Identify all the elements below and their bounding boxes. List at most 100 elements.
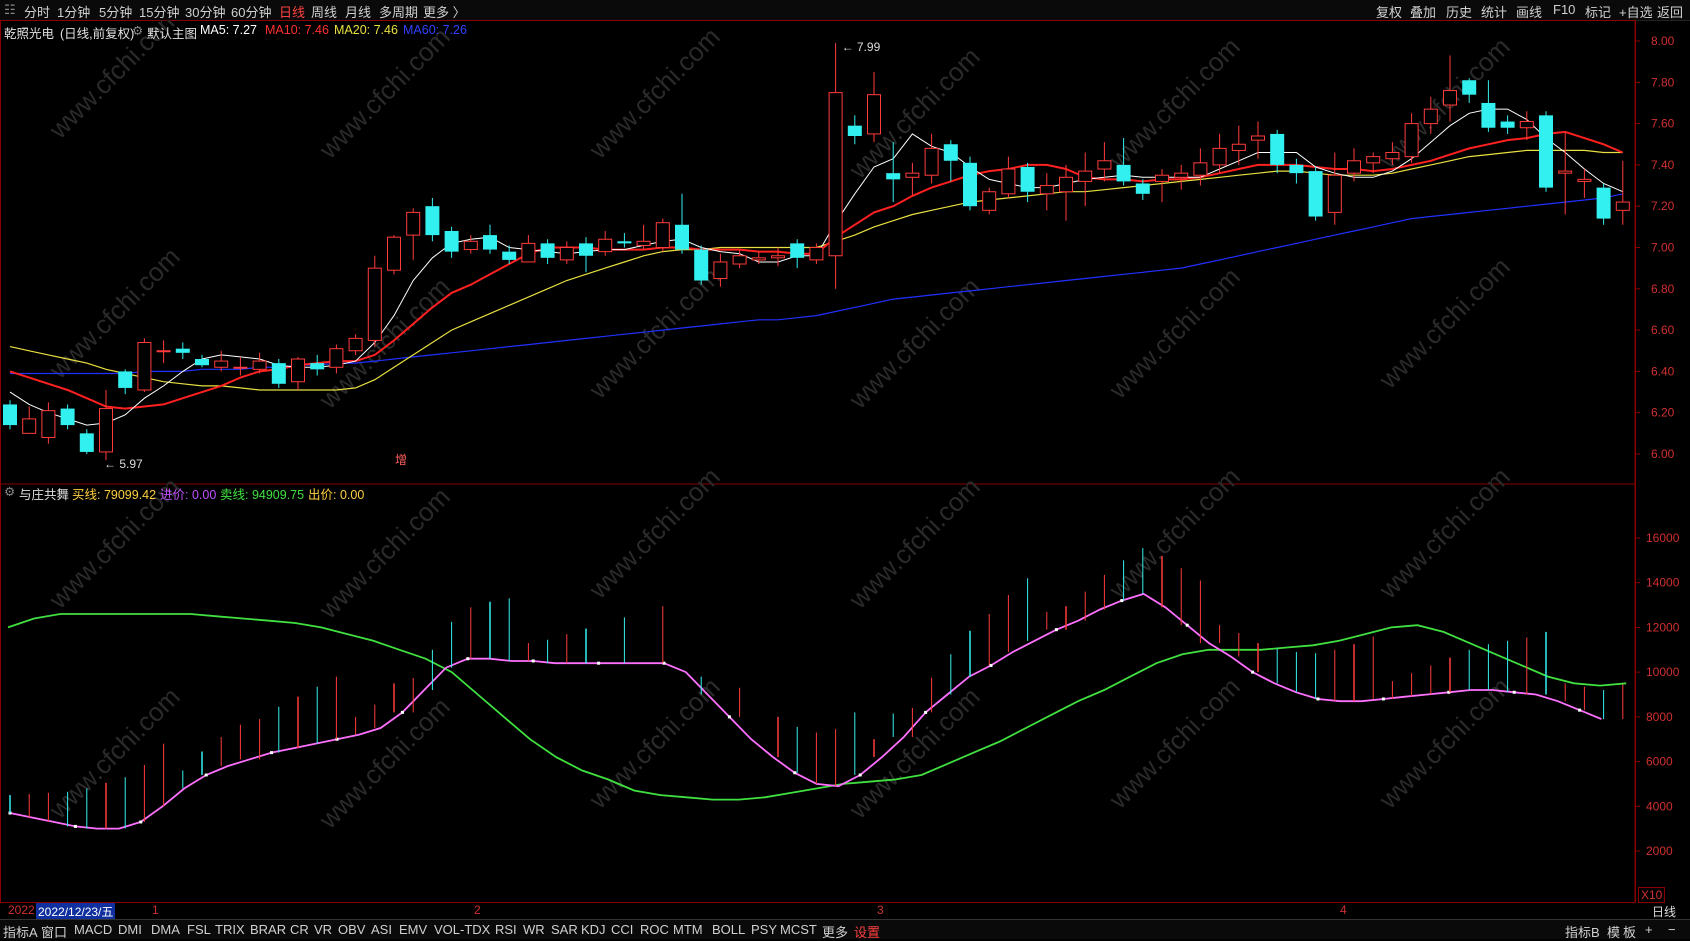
- price-tick-label: 6.20: [1651, 406, 1675, 420]
- ma20-value: MA20: 7.46: [334, 23, 398, 37]
- period-tab[interactable]: 多周期: [379, 2, 418, 21]
- indicator-tab[interactable]: KDJ: [581, 922, 606, 937]
- candle-body: [60, 408, 75, 426]
- indicator-tab[interactable]: PSY: [751, 922, 777, 937]
- candle-body: [1270, 133, 1285, 165]
- indicator-tab[interactable]: BRAR: [250, 922, 286, 937]
- back-button[interactable]: 返回: [1657, 2, 1683, 21]
- draw-button[interactable]: 画线: [1516, 2, 1542, 21]
- indicator-tab[interactable]: TRIX: [215, 922, 245, 937]
- buy-line-dot: [924, 710, 928, 714]
- candle-body: [1462, 80, 1477, 95]
- settings-icon[interactable]: ⚙: [4, 484, 15, 499]
- indicator-name[interactable]: 与庄共舞: [19, 484, 69, 503]
- settings-tab[interactable]: 设置: [854, 922, 880, 941]
- indicator-tab[interactable]: MTM: [673, 922, 703, 937]
- stats-button[interactable]: 统计: [1481, 2, 1507, 21]
- indicator-tab[interactable]: CR: [290, 922, 309, 937]
- indicator-tab[interactable]: VOL-TDX: [434, 922, 490, 937]
- period-tab[interactable]: 周线: [311, 2, 337, 21]
- indicator-tab[interactable]: ROC: [640, 922, 669, 937]
- candle-body: [751, 257, 766, 261]
- indicator-tab[interactable]: 窗口: [41, 922, 67, 941]
- buy-line-dot: [989, 663, 993, 667]
- indicator-tick-label: 6000: [1646, 755, 1673, 769]
- candle-body: [1231, 143, 1246, 151]
- indicator-b-tab[interactable]: 指标B: [1565, 922, 1600, 941]
- indicator-tab[interactable]: FSL: [187, 922, 211, 937]
- indicator-tab[interactable]: OBV: [338, 922, 365, 937]
- stock-name: 乾照光电: [4, 27, 55, 41]
- indicator-tab[interactable]: SAR: [551, 922, 578, 937]
- board-tab[interactable]: 板: [1623, 922, 1636, 941]
- indicator-tab[interactable]: MCST: [780, 922, 817, 937]
- indicator-tab[interactable]: ASI: [371, 922, 392, 937]
- main-chart-legend: 乾照光电 (日线,前复权) ⚙ 默认主图 MA5: 7.27 MA10: 7.4…: [0, 22, 1620, 42]
- period-tab[interactable]: 60分钟: [231, 2, 271, 21]
- indicator-tab[interactable]: RSI: [495, 922, 517, 937]
- watermark: www.cfchi.com: [42, 681, 185, 824]
- indicator-tab[interactable]: MACD: [74, 922, 112, 937]
- menu-icon[interactable]: ☷: [4, 2, 16, 18]
- indicator-tab[interactable]: VR: [314, 922, 332, 937]
- candle-body: [3, 404, 17, 426]
- price-tick-label: 6.80: [1651, 282, 1675, 296]
- candle-body: [1308, 171, 1323, 217]
- indicator-tab[interactable]: BOLL: [712, 922, 745, 937]
- watermark: www.cfchi.com: [842, 271, 985, 414]
- candle-body: [1097, 160, 1112, 170]
- period-tab[interactable]: 分时: [24, 2, 50, 21]
- main-indicator-label[interactable]: 默认主图: [147, 23, 197, 42]
- buy-line-dot: [727, 715, 731, 719]
- period-tab[interactable]: 15分钟: [139, 2, 179, 21]
- fuquan-button[interactable]: 复权: [1376, 2, 1402, 21]
- candle-body: [463, 240, 478, 251]
- watermark: www.cfchi.com: [312, 691, 455, 834]
- candle-body: [905, 172, 920, 178]
- sub-chart-legend: ⚙ 与庄共舞 买线: 79099.42 进价: 0.00 卖线: 94909.7…: [0, 483, 1620, 503]
- candle-body: [713, 261, 728, 279]
- candle-body: [425, 206, 440, 236]
- candle-body: [943, 144, 958, 161]
- candle-body: [1039, 185, 1054, 195]
- buy-line-dot: [858, 773, 862, 777]
- buy-line-dot: [597, 661, 601, 665]
- more-indicators-tab[interactable]: 更多: [822, 922, 848, 941]
- candle-body: [22, 418, 37, 434]
- period-tab[interactable]: 30分钟: [185, 2, 225, 21]
- candle-body: [1020, 166, 1035, 192]
- zoom-out-button[interactable]: −: [1668, 922, 1676, 937]
- candle-body: [1519, 121, 1534, 129]
- template-tab[interactable]: 模: [1607, 922, 1620, 941]
- period-tab-active[interactable]: 日线: [279, 2, 305, 21]
- buy-line-dot: [1251, 670, 1255, 674]
- candle-body: [886, 173, 901, 180]
- candle-body: [1385, 152, 1400, 160]
- candle-body: [1596, 187, 1611, 219]
- zoom-in-button[interactable]: +: [1645, 922, 1653, 937]
- candle-body: [732, 255, 747, 265]
- period-tab[interactable]: 月线: [345, 2, 371, 21]
- candle-body: [867, 94, 881, 135]
- overlay-button[interactable]: 叠加: [1410, 2, 1436, 21]
- indicator-tab[interactable]: CCI: [611, 922, 633, 937]
- watermark: www.cfchi.com: [1102, 261, 1245, 404]
- mark-button[interactable]: 标记: [1585, 2, 1611, 21]
- indicator-tab[interactable]: 指标A: [3, 922, 38, 941]
- candle-body: [329, 348, 344, 368]
- f10-button[interactable]: F10: [1553, 2, 1575, 17]
- add-watchlist-button[interactable]: +自选: [1619, 2, 1653, 21]
- buy-line-dot: [1120, 599, 1124, 603]
- history-button[interactable]: 历史: [1446, 2, 1472, 21]
- chart-area[interactable]: www.cfchi.com www.cfchi.com www.cfchi.com w…: [0, 20, 1690, 903]
- period-tab[interactable]: 5分钟: [99, 2, 132, 21]
- indicator-tab[interactable]: WR: [523, 922, 545, 937]
- indicator-tab[interactable]: EMV: [399, 922, 427, 937]
- period-tab[interactable]: 1分钟: [57, 2, 90, 21]
- settings-icon[interactable]: ⚙: [132, 23, 143, 38]
- more-periods-dropdown[interactable]: 更多 〉: [423, 2, 466, 21]
- indicator-tick-label: 12000: [1646, 620, 1680, 634]
- indicator-tab[interactable]: DMI: [118, 922, 142, 937]
- candle-body: [675, 224, 689, 250]
- indicator-tab[interactable]: DMA: [151, 922, 180, 937]
